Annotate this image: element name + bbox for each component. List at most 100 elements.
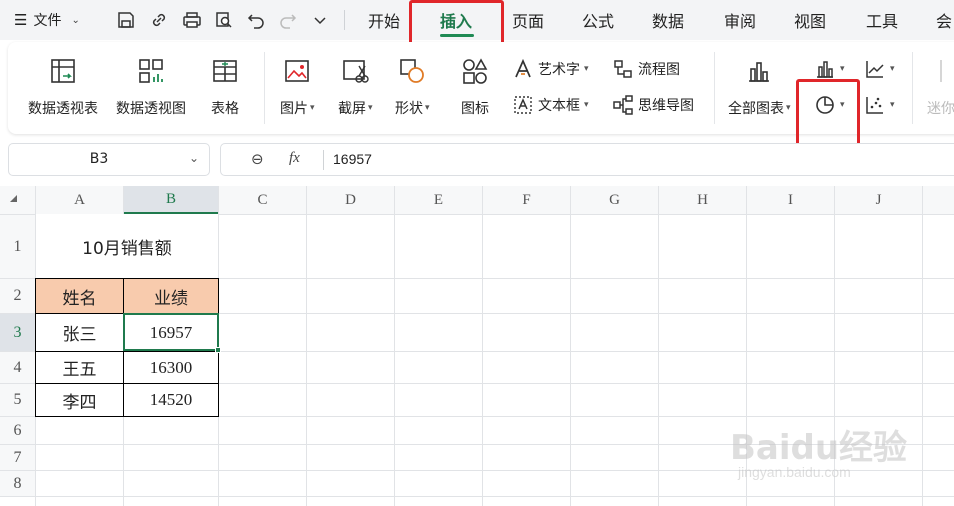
pivot-chart-label: 数据透视图 bbox=[116, 101, 186, 117]
tab-member[interactable]: 会 bbox=[936, 8, 952, 32]
screenshot-button[interactable]: 截屏 ▾ bbox=[338, 56, 373, 118]
column-header-g[interactable]: G bbox=[571, 186, 658, 214]
textbox-button[interactable]: 文本框 ▾ bbox=[512, 94, 589, 116]
tab-view[interactable]: 视图 bbox=[794, 8, 826, 32]
mindmap-button[interactable]: 思维导图 bbox=[612, 94, 694, 116]
ribbon-divider bbox=[912, 52, 913, 124]
shape-label: 形状 bbox=[395, 101, 423, 117]
row-header-5[interactable]: 5 bbox=[0, 384, 35, 416]
caret-down-icon: ▾ bbox=[840, 100, 845, 110]
column-header-c[interactable]: C bbox=[219, 186, 306, 214]
cell-name[interactable]: 王五 bbox=[36, 352, 123, 383]
tab-page[interactable]: 页面 bbox=[512, 8, 544, 32]
header-cell-name[interactable]: 姓名 bbox=[36, 279, 123, 313]
active-cell-selection bbox=[123, 313, 219, 351]
column-header-e[interactable]: E bbox=[395, 186, 482, 214]
icon-button[interactable]: 图标 bbox=[460, 56, 490, 118]
header-cell-score[interactable]: 业绩 bbox=[124, 279, 218, 313]
fill-handle[interactable] bbox=[215, 347, 221, 353]
ribbon-divider bbox=[264, 52, 265, 124]
active-tab-indicator bbox=[440, 34, 474, 37]
formula-bar[interactable]: ⊖ fx 16957 bbox=[220, 143, 954, 176]
formula-input[interactable]: 16957 bbox=[333, 151, 372, 167]
quick-access-more-button[interactable] bbox=[308, 8, 332, 32]
column-header-f[interactable]: F bbox=[483, 186, 570, 214]
gridline bbox=[306, 186, 307, 506]
gridline bbox=[482, 186, 483, 506]
row-header-2[interactable]: 2 bbox=[0, 279, 35, 313]
caret-down-icon: ▾ bbox=[584, 64, 589, 74]
row-header-1[interactable]: 1 bbox=[0, 215, 35, 278]
cell-score[interactable]: 14520 bbox=[124, 384, 218, 416]
pivot-chart-button[interactable]: 数据透视图 bbox=[116, 56, 186, 118]
formula-divider bbox=[323, 150, 324, 170]
tab-formula[interactable]: 公式 bbox=[582, 8, 614, 32]
tab-review[interactable]: 审阅 bbox=[724, 8, 756, 32]
caret-down-icon: ▾ bbox=[584, 100, 589, 110]
tab-tools[interactable]: 工具 bbox=[866, 8, 898, 32]
row-header-6[interactable]: 6 bbox=[0, 417, 35, 444]
share-button[interactable] bbox=[147, 8, 171, 32]
redo-button[interactable] bbox=[276, 8, 300, 32]
column-header-a[interactable]: A bbox=[36, 186, 123, 214]
cell-name[interactable]: 张三 bbox=[36, 314, 123, 351]
column-header-k[interactable] bbox=[923, 186, 954, 214]
undo-button[interactable] bbox=[244, 8, 268, 32]
shape-button[interactable]: 形状 ▾ bbox=[395, 56, 430, 118]
column-header-h[interactable]: H bbox=[659, 186, 746, 214]
pivot-table-button[interactable]: 数据透视表 bbox=[28, 56, 98, 118]
line-chart-button[interactable]: ▾ bbox=[864, 58, 895, 80]
function-icon[interactable]: fx bbox=[289, 150, 300, 167]
sparkline-button[interactable]: 迷你 bbox=[926, 56, 954, 118]
textbox-label: 文本框 bbox=[538, 98, 580, 114]
pie-chart-button[interactable]: ▾ bbox=[814, 94, 845, 116]
cell-score[interactable]: 16300 bbox=[124, 352, 218, 383]
file-menu[interactable]: ☰ 文件 ⌄ bbox=[14, 9, 80, 31]
picture-button[interactable]: 图片 ▾ bbox=[280, 56, 315, 118]
print-icon bbox=[183, 12, 201, 28]
watermark-url: jingyan.baidu.com bbox=[738, 464, 851, 480]
screenshot-icon bbox=[343, 60, 369, 83]
print-preview-button[interactable] bbox=[212, 8, 236, 32]
name-box[interactable]: B3 ⌄ bbox=[8, 143, 210, 176]
column-header-b[interactable]: B bbox=[124, 186, 218, 214]
all-charts-button[interactable]: 全部图表 ▾ bbox=[728, 56, 791, 118]
tab-insert[interactable]: 插入 bbox=[440, 8, 472, 32]
gridline bbox=[922, 186, 923, 506]
cell-name[interactable]: 李四 bbox=[36, 384, 123, 416]
preview-icon bbox=[216, 12, 232, 28]
row-header-3[interactable]: 3 bbox=[0, 314, 35, 351]
column-header-i[interactable]: I bbox=[747, 186, 834, 214]
sheet-title-cell[interactable]: 10月销售额 bbox=[36, 214, 218, 278]
chevron-down-icon: ⌄ bbox=[71, 14, 80, 26]
table-border bbox=[35, 383, 219, 384]
wordart-button[interactable]: 艺术字 ▾ bbox=[512, 58, 589, 80]
zoom-icon[interactable]: ⊖ bbox=[251, 150, 264, 168]
table-label: 表格 bbox=[211, 101, 239, 117]
row-header-7[interactable]: 7 bbox=[0, 445, 35, 470]
table-border bbox=[35, 278, 219, 279]
select-all-corner[interactable] bbox=[0, 186, 35, 214]
gridline bbox=[0, 496, 954, 497]
row-header-4[interactable]: 4 bbox=[0, 352, 35, 383]
bar-chart-icon bbox=[749, 62, 770, 82]
caret-down-icon: ▾ bbox=[840, 64, 845, 74]
column-header-d[interactable]: D bbox=[307, 186, 394, 214]
sparkline-icon bbox=[940, 60, 942, 82]
row-header-8[interactable]: 8 bbox=[0, 471, 35, 496]
print-button[interactable] bbox=[180, 8, 204, 32]
all-charts-label: 全部图表 bbox=[728, 101, 784, 117]
gridline bbox=[658, 186, 659, 506]
mindmap-icon bbox=[613, 95, 633, 115]
scatter-chart-icon bbox=[866, 97, 883, 114]
tab-data[interactable]: 数据 bbox=[652, 8, 684, 32]
flowchart-button[interactable]: 流程图 bbox=[612, 58, 680, 80]
column-header-j[interactable]: J bbox=[835, 186, 922, 214]
file-menu-label: 文件 bbox=[33, 13, 62, 29]
tab-home[interactable]: 开始 bbox=[368, 8, 400, 32]
column-chart-button[interactable]: ▾ bbox=[814, 58, 845, 80]
picture-label: 图片 bbox=[280, 101, 308, 117]
scatter-chart-button[interactable]: ▾ bbox=[864, 94, 895, 116]
save-button[interactable] bbox=[114, 8, 138, 32]
table-button[interactable]: 表格 bbox=[210, 56, 240, 118]
